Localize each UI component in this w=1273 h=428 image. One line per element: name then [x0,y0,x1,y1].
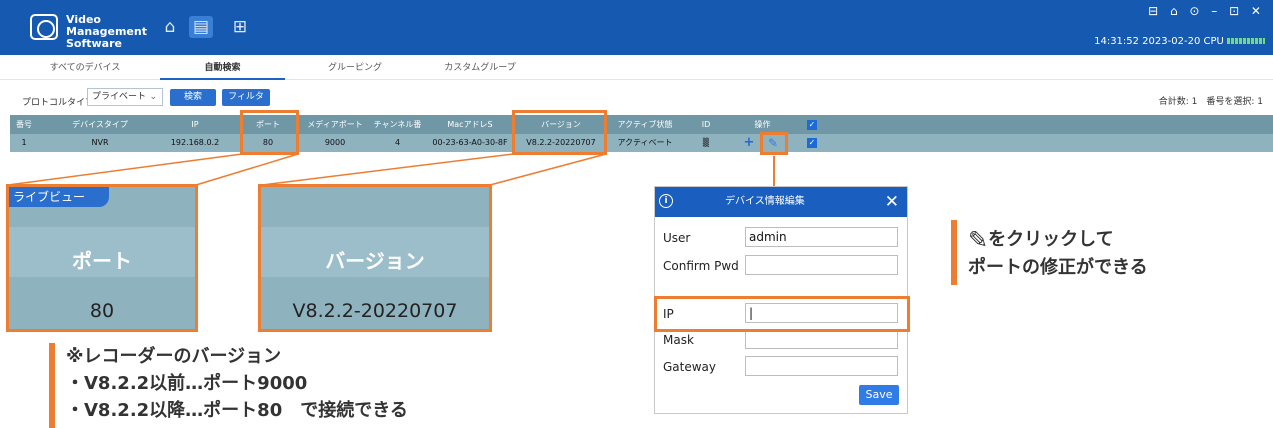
port-zoom-value: 80 [89,300,115,322]
confirm-pwd-field[interactable] [745,255,898,275]
info-icon: i [659,194,673,208]
user-field[interactable]: admin [745,227,898,247]
edit-note-bar [951,220,957,285]
version-note-line1: ・V8.2.2以前…ポート9000 [66,373,308,394]
edit-note-line1: をクリックして [988,229,1114,250]
partial-tab: ライブビュー [9,187,109,207]
mask-label: Mask [663,333,694,347]
port-zoom-label: ポート [72,249,132,273]
note-bar [49,343,55,428]
ip-highlight [654,296,910,332]
dialog-header: i デバイス情報編集 ✕ [655,187,907,217]
pencil-icon: ✎ [968,226,989,254]
confirm-pwd-label: Confirm Pwd [663,259,739,273]
gateway-label: Gateway [663,360,717,374]
close-icon[interactable]: ✕ [885,187,899,217]
version-note: ※レコーダーのバージョン ・V8.2.2以前…ポート9000 ・V8.2.2以降… [66,343,408,424]
version-zoom-label: バージョン [325,249,425,273]
save-button[interactable]: Save [859,385,899,405]
mask-field[interactable] [745,329,898,349]
dialog-title: デバイス情報編集 [725,196,805,207]
edit-note-line2: ポートの修正ができる [968,257,1148,278]
gateway-field[interactable] [745,356,898,376]
port-zoom-panel: ライブビュー ポート 80 [6,184,198,332]
edit-note: ✎をクリックして ポートの修正ができる [968,226,1148,282]
version-note-line2: ・V8.2.2以降…ポート80 で接続できる [66,400,408,421]
version-zoom-value: V8.2.2-20220707 [292,300,458,322]
user-label: User [663,231,691,245]
version-zoom-panel: バージョン V8.2.2-20220707 [258,184,492,332]
version-note-title: ※レコーダーのバージョン [66,346,282,367]
